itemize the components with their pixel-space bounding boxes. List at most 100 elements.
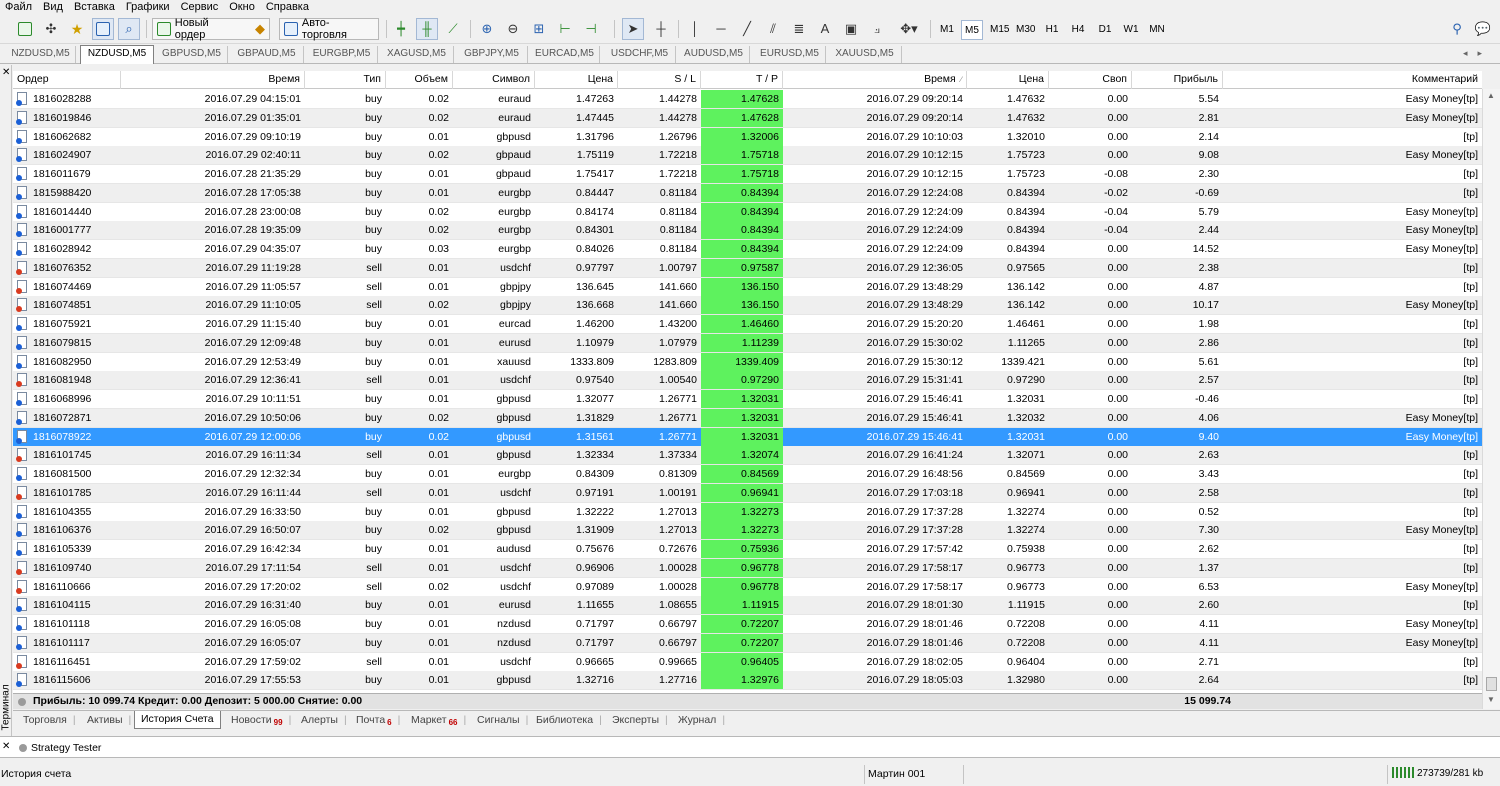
chart-tab[interactable]: XAUUSD,M5: [828, 46, 902, 63]
profiles-button[interactable]: ✣: [40, 18, 62, 40]
line-chart-button[interactable]: ⟋: [442, 18, 464, 40]
col-close-time[interactable]: Время ∕: [783, 71, 967, 89]
crosshair-button[interactable]: ┼: [650, 18, 672, 40]
col-sl[interactable]: S / L: [618, 71, 701, 89]
table-row[interactable]: 1816062682 2016.07.29 09:10:19 buy 0.01 gbpu…: [13, 127, 1482, 147]
new-order-button[interactable]: Новый ордер ◆: [152, 17, 270, 41]
table-row[interactable]: 1816115606 2016.07.29 17:55:53 buy 0.01 gbpu…: [13, 671, 1482, 691]
autotrading-button[interactable]: Авто-торговля: [279, 17, 379, 41]
table-row[interactable]: 1816081500 2016.07.29 12:32:34 buy 0.01 eurg…: [13, 465, 1482, 484]
tab-journal[interactable]: Журнал |: [672, 712, 731, 729]
autoscroll-button[interactable]: ⊣: [580, 18, 602, 40]
col-type[interactable]: Тип: [305, 71, 386, 89]
table-row[interactable]: 1816072871 2016.07.29 10:50:06 buy 0.02 gbpu…: [13, 408, 1482, 428]
close-icon[interactable]: ✕: [2, 741, 10, 752]
text-button[interactable]: A: [814, 18, 836, 40]
table-row[interactable]: 1816101117 2016.07.29 16:05:07 buy 0.01 nzdu…: [13, 633, 1482, 653]
chat-button[interactable]: 💬: [1472, 18, 1494, 40]
table-row[interactable]: 1816104115 2016.07.29 16:31:40 buy 0.01 euru…: [13, 596, 1482, 616]
data-window-button[interactable]: ⌕: [118, 18, 140, 40]
chart-shift-button[interactable]: ⊢: [554, 18, 576, 40]
col-volume[interactable]: Объем: [386, 71, 453, 89]
table-row[interactable]: 1816068996 2016.07.29 10:11:51 buy 0.01 gbpu…: [13, 390, 1482, 409]
search-button[interactable]: ⚲: [1446, 18, 1468, 40]
table-row[interactable]: 1816019846 2016.07.29 01:35:01 buy 0.02 eura…: [13, 108, 1482, 128]
scrollbar-thumb[interactable]: [1486, 677, 1497, 691]
col-tp[interactable]: T / P: [701, 71, 783, 89]
table-row[interactable]: 1816104355 2016.07.29 16:33:50 buy 0.01 gbpu…: [13, 502, 1482, 522]
chart-tab[interactable]: EURGBP,M5: [306, 46, 378, 63]
table-row[interactable]: 1816105339 2016.07.29 16:42:34 buy 0.01 audu…: [13, 540, 1482, 559]
zoom-out-button[interactable]: ⊖: [502, 18, 524, 40]
cursor-button[interactable]: ➤: [622, 18, 644, 40]
table-row[interactable]: 1816081948 2016.07.29 12:36:41 sell 0.01 usd…: [13, 371, 1482, 391]
menu-file[interactable]: Файл: [0, 0, 38, 14]
strategy-tester-label[interactable]: Strategy Tester: [31, 737, 101, 759]
table-row[interactable]: 1816014440 2016.07.28 23:00:08 buy 0.02 eurg…: [13, 202, 1482, 222]
tab-market[interactable]: Маркет 66 |: [405, 712, 472, 729]
tile-windows-button[interactable]: ⊞: [528, 18, 550, 40]
table-row[interactable]: 1816078922 2016.07.29 12:00:06 buy 0.02 gbpu…: [13, 427, 1482, 447]
col-close-price[interactable]: Цена: [967, 71, 1049, 89]
col-comment[interactable]: Комментарий: [1223, 71, 1482, 89]
status-profile[interactable]: Мартин 001: [864, 765, 964, 784]
close-icon[interactable]: ✕: [2, 67, 10, 78]
col-profit[interactable]: Прибыль: [1132, 71, 1223, 89]
tf-m30[interactable]: M30: [1013, 20, 1038, 40]
tf-m5[interactable]: M5: [961, 20, 983, 40]
table-row[interactable]: 1816101118 2016.07.29 16:05:08 buy 0.01 nzdu…: [13, 615, 1482, 634]
tf-m1[interactable]: M1: [937, 20, 957, 40]
vertical-scrollbar[interactable]: ▲ ▼: [1482, 89, 1500, 709]
menu-help[interactable]: Справка: [261, 0, 315, 14]
table-row[interactable]: 1816011679 2016.07.28 21:35:29 buy 0.01 gbpa…: [13, 165, 1482, 184]
gann-fan-button[interactable]: ⟓: [866, 18, 888, 40]
zoom-in-button[interactable]: ⊕: [476, 18, 498, 40]
tab-alerts[interactable]: Алерты |: [295, 712, 353, 729]
tf-h4[interactable]: H4: [1067, 20, 1089, 40]
chart-tab[interactable]: NZDUSD,M5: [6, 46, 76, 63]
menu-charts[interactable]: Графики: [121, 0, 176, 14]
tab-experts[interactable]: Эксперты |: [606, 712, 674, 729]
trendline-button[interactable]: ╱: [736, 18, 758, 40]
new-chart-button[interactable]: [14, 18, 36, 40]
table-row[interactable]: 1816075921 2016.07.29 11:15:40 buy 0.01 eurc…: [13, 315, 1482, 334]
col-order[interactable]: Ордер: [13, 71, 121, 89]
chart-tab[interactable]: GBPAUD,M5: [230, 46, 304, 63]
table-row[interactable]: 1816028942 2016.07.29 04:35:07 buy 0.03 eurg…: [13, 240, 1482, 259]
col-swap[interactable]: Своп: [1049, 71, 1132, 89]
menu-insert[interactable]: Вставка: [69, 0, 121, 14]
chart-tab[interactable]: GBPJPY,M5: [456, 46, 528, 63]
chart-tab[interactable]: EURUSD,M5: [754, 46, 826, 63]
tf-h1[interactable]: H1: [1041, 20, 1063, 40]
table-row[interactable]: 1816082950 2016.07.29 12:53:49 buy 0.01 xauu…: [13, 352, 1482, 372]
menu-tools[interactable]: Сервис: [176, 0, 225, 14]
tf-d1[interactable]: D1: [1094, 20, 1116, 40]
chart-tab[interactable]: EURCAD,M5: [530, 46, 600, 63]
tab-account-history[interactable]: История Счета: [134, 711, 221, 729]
table-row[interactable]: 1816101745 2016.07.29 16:11:34 sell 0.01 gbp…: [13, 446, 1482, 466]
tab-assets[interactable]: Активы |: [81, 712, 137, 729]
chart-tab[interactable]: GBPUSD,M5: [156, 46, 228, 63]
favorites-button[interactable]: ★: [66, 18, 88, 40]
table-row[interactable]: 1816024907 2016.07.29 02:40:11 buy 0.02 gbpa…: [13, 146, 1482, 166]
text-label-button[interactable]: ▣: [840, 18, 862, 40]
tab-signals[interactable]: Сигналы |: [471, 712, 534, 729]
tab-library[interactable]: Библиотека |: [530, 712, 608, 729]
menu-window[interactable]: Окно: [224, 0, 261, 14]
arrows-dropdown-button[interactable]: ✥▾: [894, 18, 924, 40]
tf-m15[interactable]: M15: [987, 20, 1012, 40]
scroll-down-icon[interactable]: ▼: [1487, 695, 1495, 704]
col-open-time[interactable]: Время: [121, 71, 305, 89]
tab-news[interactable]: Новости 99 |: [225, 712, 297, 729]
table-row[interactable]: 1815988420 2016.07.28 17:05:38 buy 0.01 eurg…: [13, 183, 1482, 203]
table-row[interactable]: 1816028288 2016.07.29 04:15:01 buy 0.02 eura…: [13, 90, 1482, 109]
tf-w1[interactable]: W1: [1120, 20, 1142, 40]
fibonacci-button[interactable]: ≣: [788, 18, 810, 40]
chart-tab-active[interactable]: NZDUSD,M5: [80, 45, 154, 64]
chart-tab[interactable]: XAGUSD,M5: [380, 46, 454, 63]
scroll-up-icon[interactable]: ▲: [1487, 91, 1495, 100]
vertical-line-button[interactable]: │: [684, 18, 706, 40]
table-row[interactable]: 1816074851 2016.07.29 11:10:05 sell 0.02 gbp…: [13, 296, 1482, 316]
table-row[interactable]: 1816001777 2016.07.28 19:35:09 buy 0.02 eurg…: [13, 221, 1482, 241]
table-row[interactable]: 1816116451 2016.07.29 17:59:02 sell 0.01 usd…: [13, 652, 1482, 672]
